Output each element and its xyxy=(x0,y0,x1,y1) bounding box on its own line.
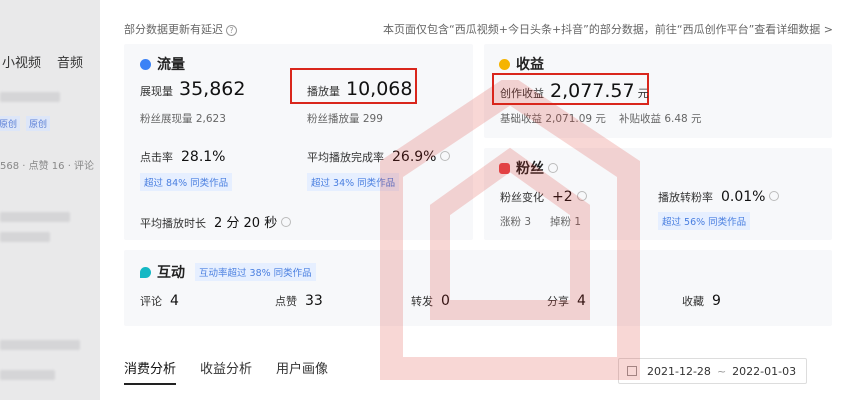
background-meta: 568 · 点赞 16 · 评论 xyxy=(0,161,95,172)
tab-income[interactable]: 收益分析 xyxy=(200,358,252,385)
subsidy-income: 补贴收益 6.48 元 xyxy=(619,113,702,125)
fan-impressions: 粉丝展现量 2,623 xyxy=(140,113,226,125)
fan-loss: 掉粉 1 xyxy=(550,216,582,228)
blurred-title xyxy=(0,92,60,102)
conversion-metric: 播放转粉率 0.01% xyxy=(658,189,780,205)
background-tab[interactable]: 小视频 xyxy=(2,56,41,71)
impressions-metric: 展现量 35,862 xyxy=(140,78,246,100)
calendar-icon xyxy=(627,366,637,376)
duration-metric: 平均播放时长 2 分 20 秒 xyxy=(140,212,292,231)
conversion-badge: 超过 56% 同类作品 xyxy=(658,212,751,230)
notice-bar: 部分数据更新有延迟? 本页面仅包含“西瓜视频+今日头条+抖音”的部分数据，前往“… xyxy=(124,21,833,37)
ctr-metric: 点击率 28.1% xyxy=(140,149,226,165)
start-date[interactable]: 2021-12-28 xyxy=(647,365,711,378)
background-tag: 原创 xyxy=(0,116,21,131)
info-icon[interactable] xyxy=(576,191,587,201)
coin-icon xyxy=(499,58,510,70)
shares-metric: 分享 4 xyxy=(547,293,586,309)
favorites-metric: 收藏 9 xyxy=(682,293,721,309)
background-tab[interactable]: 音频 xyxy=(57,56,83,71)
completion-badge: 超过 34% 同类作品 xyxy=(307,173,400,191)
blurred-title xyxy=(0,212,70,222)
chat-icon xyxy=(140,266,151,278)
background-tabs: 小视频 音频 xyxy=(2,52,99,71)
plays-metric: 播放量 10,068 xyxy=(307,78,413,100)
reposts-metric: 转发 0 xyxy=(411,293,450,309)
help-icon[interactable]: ? xyxy=(226,25,237,36)
traffic-header: 流量 xyxy=(140,54,185,74)
interaction-header: 互动 互动率超过 38% 同类作品 xyxy=(140,262,316,282)
analysis-tabs: 消费分析 收益分析 用户画像 xyxy=(124,358,352,385)
background-page: 小视频 音频 原创 原创 568 · 点赞 16 · 评论 xyxy=(0,0,100,400)
blurred-title xyxy=(0,232,50,242)
fans-header: 粉丝 xyxy=(499,158,558,178)
completion-metric: 平均播放完成率 26.9% xyxy=(307,149,451,165)
end-date[interactable]: 2022-01-03 xyxy=(732,365,796,378)
blurred-title xyxy=(0,340,80,350)
background-tag: 原创 xyxy=(26,116,51,131)
help-icon[interactable] xyxy=(548,163,558,173)
date-separator: ~ xyxy=(716,364,727,378)
platform-link[interactable]: 本页面仅包含“西瓜视频+今日头条+抖音”的部分数据，前往“西瓜创作平台”查看详细… xyxy=(383,21,833,37)
income-metric: 创作收益 2,077.57 元 xyxy=(500,80,649,102)
user-icon xyxy=(499,162,510,174)
comments-metric: 评论 4 xyxy=(140,293,179,309)
fan-plays: 粉丝播放量 299 xyxy=(307,113,383,125)
analytics-panel: 部分数据更新有延迟? 本页面仅包含“西瓜视频+今日头条+抖音”的部分数据，前往“… xyxy=(100,0,841,400)
delay-notice: 部分数据更新有延迟? xyxy=(124,21,237,37)
income-header: 收益 xyxy=(499,54,544,74)
traffic-icon xyxy=(140,58,151,70)
base-income: 基础收益 2,071.09 元 xyxy=(500,113,606,125)
blurred-title xyxy=(0,370,55,380)
interaction-badge: 互动率超过 38% 同类作品 xyxy=(195,263,316,281)
tab-audience[interactable]: 用户画像 xyxy=(276,358,328,385)
info-icon[interactable] xyxy=(281,217,292,227)
info-icon[interactable] xyxy=(440,151,451,161)
fan-change-metric: 粉丝变化 +2 xyxy=(500,189,587,205)
likes-metric: 点赞 33 xyxy=(275,293,323,309)
tab-consumption[interactable]: 消费分析 xyxy=(124,358,177,385)
info-icon[interactable] xyxy=(769,191,780,201)
ctr-badge: 超过 84% 同类作品 xyxy=(140,173,233,191)
fan-gain: 涨粉 3 xyxy=(500,216,532,228)
date-range-picker[interactable]: 2021-12-28 ~ 2022-01-03 xyxy=(618,358,807,384)
